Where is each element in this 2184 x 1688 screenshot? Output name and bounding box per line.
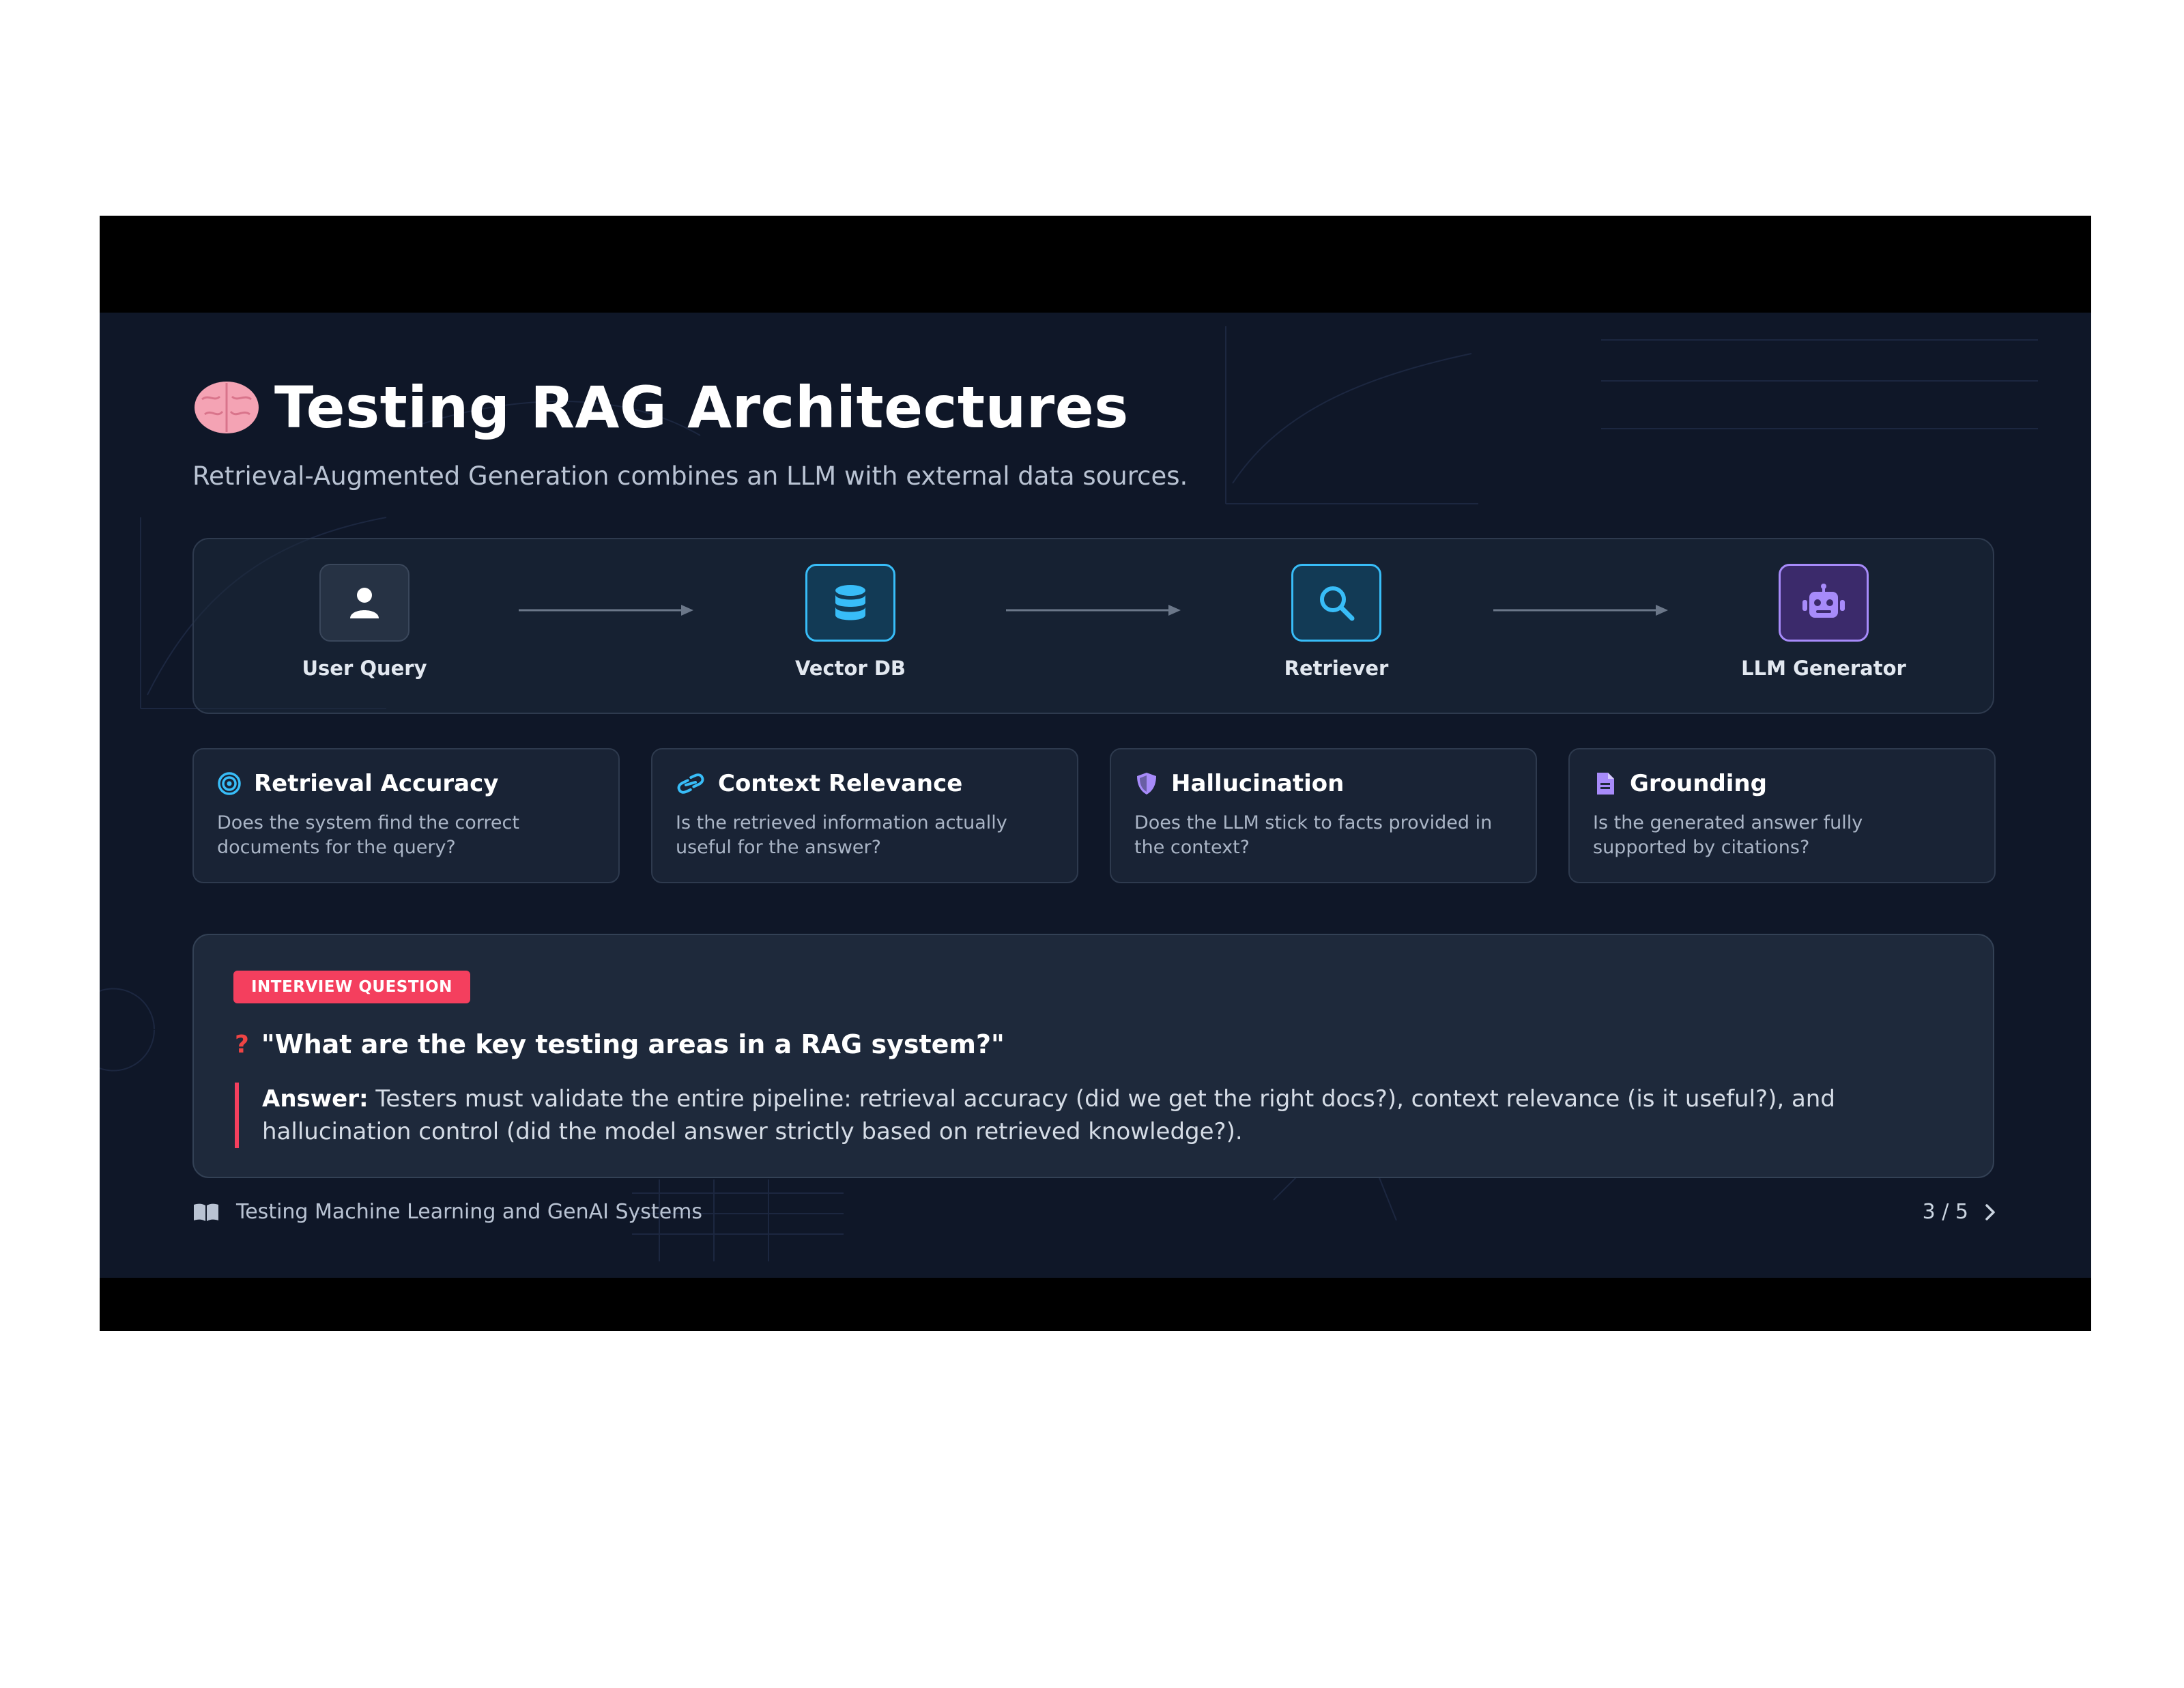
pagination: 3 / 5	[1923, 1200, 1997, 1224]
card-description: Does the LLM stick to facts provided in …	[1134, 812, 1493, 858]
title-row: Testing RAG Architectures	[192, 374, 1129, 441]
interview-answer: Answer: Testers must validate the entire…	[235, 1083, 1914, 1148]
robot-icon	[1802, 584, 1845, 618]
pipeline-arrow	[1493, 605, 1668, 616]
shield-icon	[1137, 773, 1156, 795]
chevron-right-icon[interactable]	[1983, 1203, 1997, 1222]
brain-icon	[195, 382, 259, 433]
card-description: Is the retrieved information actually us…	[676, 812, 1007, 858]
card-description: Is the generated answer fully supported …	[1593, 812, 1863, 858]
interview-question: "What are the key testing areas in a RAG…	[261, 1029, 1005, 1059]
pipeline-node-label: Retriever	[1284, 657, 1389, 680]
card-context-relevance: Context Relevance Is the retrieved infor…	[651, 748, 1078, 883]
pipeline-node-retriever: Retriever	[1234, 564, 1439, 680]
card-hallucination: Hallucination Does the LLM stick to fact…	[1110, 748, 1537, 883]
book-icon	[194, 1203, 218, 1221]
page-indicator: 3 / 5	[1922, 1200, 1968, 1224]
card-grounding: Grounding Is the generated answer fully …	[1568, 748, 1996, 883]
page-title: Testing RAG Architectures	[274, 374, 1129, 441]
database-icon	[835, 585, 865, 620]
video-frame: Testing RAG Architectures Retrieval-Augm…	[100, 216, 2091, 1331]
card-title: Hallucination	[1171, 770, 1345, 797]
slide: Testing RAG Architectures Retrieval-Augm…	[100, 313, 2091, 1278]
pipeline-arrow	[1006, 605, 1181, 616]
course-title: Testing Machine Learning and GenAI Syste…	[236, 1200, 702, 1224]
user-icon	[350, 588, 379, 618]
card-description: Does the system find the correct documen…	[217, 812, 519, 858]
card-title: Retrieval Accuracy	[254, 770, 499, 797]
pipeline-arrow	[519, 605, 693, 616]
footer-course: Testing Machine Learning and GenAI Syste…	[192, 1200, 702, 1224]
file-icon	[1597, 773, 1614, 795]
interview-question-panel: INTERVIEW QUESTION ? "What are the key t…	[192, 934, 1994, 1178]
card-title: Context Relevance	[718, 770, 963, 797]
card-retrieval-accuracy: Retrieval Accuracy Does the system find …	[192, 748, 620, 883]
search-icon	[1320, 586, 1355, 621]
pipeline-node-user-query: User Query	[262, 564, 467, 680]
pipeline-node-label: Vector DB	[794, 657, 906, 680]
page-subtitle: Retrieval-Augmented Generation combines …	[192, 461, 1188, 491]
interview-badge: INTERVIEW QUESTION	[233, 971, 470, 1003]
link-icon	[677, 773, 704, 794]
pipeline-node-llm-generator: LLM Generator	[1721, 564, 1926, 680]
answer-label: Answer:	[262, 1085, 369, 1113]
question-mark-icon: ?	[235, 1030, 249, 1059]
card-title: Grounding	[1630, 770, 1767, 797]
pipeline-node-vector-db: Vector DB	[748, 564, 953, 680]
target-icon	[218, 772, 241, 795]
pipeline-node-label: LLM Generator	[1741, 657, 1906, 680]
pipeline-node-label: User Query	[302, 657, 427, 680]
rag-pipeline-diagram: User Query Vector DB Retriever LLM Gener…	[192, 538, 1994, 714]
